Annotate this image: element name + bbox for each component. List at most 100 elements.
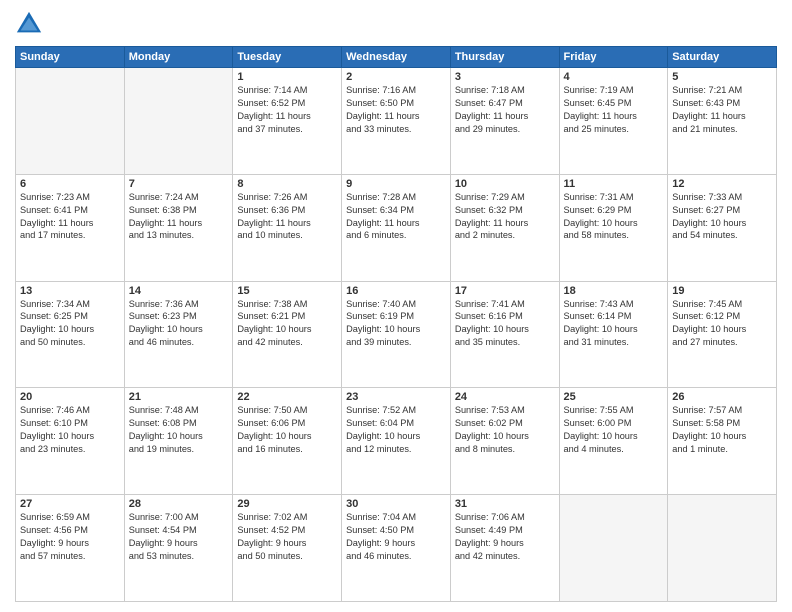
calendar-cell: 9Sunrise: 7:28 AM Sunset: 6:34 PM Daylig… [342, 174, 451, 281]
day-number: 9 [346, 178, 446, 190]
calendar-cell: 15Sunrise: 7:38 AM Sunset: 6:21 PM Dayli… [233, 281, 342, 388]
calendar-cell: 30Sunrise: 7:04 AM Sunset: 4:50 PM Dayli… [342, 495, 451, 602]
calendar-cell: 22Sunrise: 7:50 AM Sunset: 6:06 PM Dayli… [233, 388, 342, 495]
day-info: Sunrise: 7:24 AM Sunset: 6:38 PM Dayligh… [129, 191, 229, 243]
day-number: 30 [346, 498, 446, 510]
weekday-header-saturday: Saturday [668, 47, 777, 68]
day-number: 25 [564, 391, 664, 403]
day-info: Sunrise: 7:50 AM Sunset: 6:06 PM Dayligh… [237, 404, 337, 456]
calendar-cell: 23Sunrise: 7:52 AM Sunset: 6:04 PM Dayli… [342, 388, 451, 495]
day-number: 27 [20, 498, 120, 510]
day-info: Sunrise: 7:45 AM Sunset: 6:12 PM Dayligh… [672, 298, 772, 350]
header [15, 10, 777, 38]
day-info: Sunrise: 7:43 AM Sunset: 6:14 PM Dayligh… [564, 298, 664, 350]
day-number: 22 [237, 391, 337, 403]
day-info: Sunrise: 7:14 AM Sunset: 6:52 PM Dayligh… [237, 84, 337, 136]
day-info: Sunrise: 7:00 AM Sunset: 4:54 PM Dayligh… [129, 511, 229, 563]
day-info: Sunrise: 7:41 AM Sunset: 6:16 PM Dayligh… [455, 298, 555, 350]
page: SundayMondayTuesdayWednesdayThursdayFrid… [0, 0, 792, 612]
calendar-cell: 20Sunrise: 7:46 AM Sunset: 6:10 PM Dayli… [16, 388, 125, 495]
day-info: Sunrise: 7:19 AM Sunset: 6:45 PM Dayligh… [564, 84, 664, 136]
day-number: 28 [129, 498, 229, 510]
day-number: 14 [129, 285, 229, 297]
day-number: 4 [564, 71, 664, 83]
calendar-cell: 16Sunrise: 7:40 AM Sunset: 6:19 PM Dayli… [342, 281, 451, 388]
week-row-2: 6Sunrise: 7:23 AM Sunset: 6:41 PM Daylig… [16, 174, 777, 281]
calendar-cell: 8Sunrise: 7:26 AM Sunset: 6:36 PM Daylig… [233, 174, 342, 281]
calendar-cell: 31Sunrise: 7:06 AM Sunset: 4:49 PM Dayli… [450, 495, 559, 602]
day-info: Sunrise: 7:55 AM Sunset: 6:00 PM Dayligh… [564, 404, 664, 456]
calendar-cell [559, 495, 668, 602]
calendar-cell: 3Sunrise: 7:18 AM Sunset: 6:47 PM Daylig… [450, 68, 559, 175]
day-number: 29 [237, 498, 337, 510]
day-number: 23 [346, 391, 446, 403]
weekday-header-tuesday: Tuesday [233, 47, 342, 68]
day-info: Sunrise: 7:36 AM Sunset: 6:23 PM Dayligh… [129, 298, 229, 350]
calendar-cell: 17Sunrise: 7:41 AM Sunset: 6:16 PM Dayli… [450, 281, 559, 388]
weekday-header-friday: Friday [559, 47, 668, 68]
day-info: Sunrise: 7:34 AM Sunset: 6:25 PM Dayligh… [20, 298, 120, 350]
day-info: Sunrise: 7:16 AM Sunset: 6:50 PM Dayligh… [346, 84, 446, 136]
day-number: 18 [564, 285, 664, 297]
day-info: Sunrise: 7:40 AM Sunset: 6:19 PM Dayligh… [346, 298, 446, 350]
calendar-cell: 2Sunrise: 7:16 AM Sunset: 6:50 PM Daylig… [342, 68, 451, 175]
day-info: Sunrise: 6:59 AM Sunset: 4:56 PM Dayligh… [20, 511, 120, 563]
day-number: 1 [237, 71, 337, 83]
day-number: 11 [564, 178, 664, 190]
day-number: 7 [129, 178, 229, 190]
week-row-1: 1Sunrise: 7:14 AM Sunset: 6:52 PM Daylig… [16, 68, 777, 175]
calendar-cell: 12Sunrise: 7:33 AM Sunset: 6:27 PM Dayli… [668, 174, 777, 281]
calendar-cell: 28Sunrise: 7:00 AM Sunset: 4:54 PM Dayli… [124, 495, 233, 602]
weekday-header-sunday: Sunday [16, 47, 125, 68]
day-number: 15 [237, 285, 337, 297]
day-number: 13 [20, 285, 120, 297]
day-info: Sunrise: 7:06 AM Sunset: 4:49 PM Dayligh… [455, 511, 555, 563]
weekday-header-wednesday: Wednesday [342, 47, 451, 68]
weekday-header-row: SundayMondayTuesdayWednesdayThursdayFrid… [16, 47, 777, 68]
calendar-cell: 29Sunrise: 7:02 AM Sunset: 4:52 PM Dayli… [233, 495, 342, 602]
day-info: Sunrise: 7:23 AM Sunset: 6:41 PM Dayligh… [20, 191, 120, 243]
day-number: 31 [455, 498, 555, 510]
day-info: Sunrise: 7:21 AM Sunset: 6:43 PM Dayligh… [672, 84, 772, 136]
calendar-cell: 21Sunrise: 7:48 AM Sunset: 6:08 PM Dayli… [124, 388, 233, 495]
day-number: 5 [672, 71, 772, 83]
day-number: 8 [237, 178, 337, 190]
calendar-cell: 11Sunrise: 7:31 AM Sunset: 6:29 PM Dayli… [559, 174, 668, 281]
day-number: 19 [672, 285, 772, 297]
calendar-cell: 6Sunrise: 7:23 AM Sunset: 6:41 PM Daylig… [16, 174, 125, 281]
day-number: 10 [455, 178, 555, 190]
calendar-cell: 24Sunrise: 7:53 AM Sunset: 6:02 PM Dayli… [450, 388, 559, 495]
calendar-cell [668, 495, 777, 602]
day-info: Sunrise: 7:52 AM Sunset: 6:04 PM Dayligh… [346, 404, 446, 456]
day-info: Sunrise: 7:02 AM Sunset: 4:52 PM Dayligh… [237, 511, 337, 563]
day-number: 16 [346, 285, 446, 297]
calendar-cell: 25Sunrise: 7:55 AM Sunset: 6:00 PM Dayli… [559, 388, 668, 495]
day-info: Sunrise: 7:46 AM Sunset: 6:10 PM Dayligh… [20, 404, 120, 456]
day-number: 20 [20, 391, 120, 403]
day-number: 26 [672, 391, 772, 403]
calendar-cell: 19Sunrise: 7:45 AM Sunset: 6:12 PM Dayli… [668, 281, 777, 388]
day-number: 6 [20, 178, 120, 190]
day-info: Sunrise: 7:04 AM Sunset: 4:50 PM Dayligh… [346, 511, 446, 563]
logo-icon [15, 10, 43, 38]
day-info: Sunrise: 7:57 AM Sunset: 5:58 PM Dayligh… [672, 404, 772, 456]
day-info: Sunrise: 7:38 AM Sunset: 6:21 PM Dayligh… [237, 298, 337, 350]
calendar-cell [16, 68, 125, 175]
day-number: 12 [672, 178, 772, 190]
week-row-5: 27Sunrise: 6:59 AM Sunset: 4:56 PM Dayli… [16, 495, 777, 602]
calendar-table: SundayMondayTuesdayWednesdayThursdayFrid… [15, 46, 777, 602]
calendar-cell: 5Sunrise: 7:21 AM Sunset: 6:43 PM Daylig… [668, 68, 777, 175]
day-info: Sunrise: 7:48 AM Sunset: 6:08 PM Dayligh… [129, 404, 229, 456]
day-info: Sunrise: 7:33 AM Sunset: 6:27 PM Dayligh… [672, 191, 772, 243]
calendar-cell: 1Sunrise: 7:14 AM Sunset: 6:52 PM Daylig… [233, 68, 342, 175]
calendar-cell: 27Sunrise: 6:59 AM Sunset: 4:56 PM Dayli… [16, 495, 125, 602]
week-row-3: 13Sunrise: 7:34 AM Sunset: 6:25 PM Dayli… [16, 281, 777, 388]
day-info: Sunrise: 7:28 AM Sunset: 6:34 PM Dayligh… [346, 191, 446, 243]
calendar-cell: 26Sunrise: 7:57 AM Sunset: 5:58 PM Dayli… [668, 388, 777, 495]
logo [15, 10, 47, 38]
weekday-header-monday: Monday [124, 47, 233, 68]
day-number: 3 [455, 71, 555, 83]
calendar-cell: 18Sunrise: 7:43 AM Sunset: 6:14 PM Dayli… [559, 281, 668, 388]
day-info: Sunrise: 7:29 AM Sunset: 6:32 PM Dayligh… [455, 191, 555, 243]
day-info: Sunrise: 7:31 AM Sunset: 6:29 PM Dayligh… [564, 191, 664, 243]
